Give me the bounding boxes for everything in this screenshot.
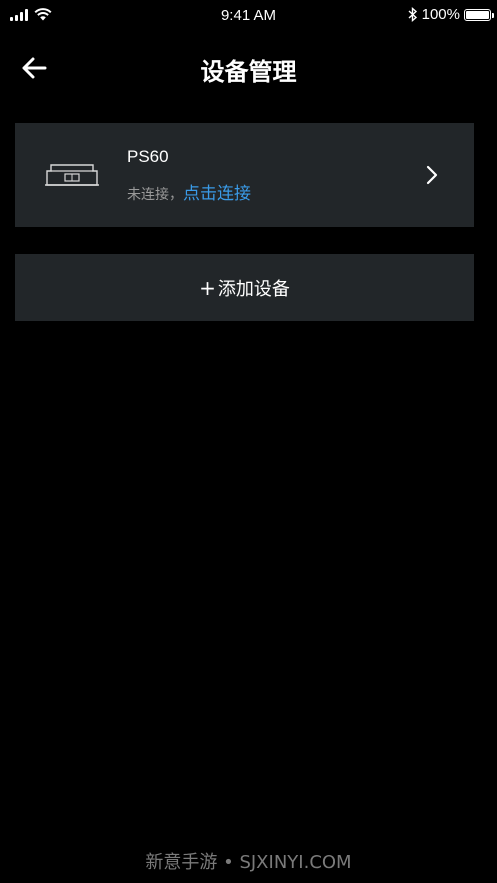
device-name: PS60 [127,147,169,166]
nav-bar: 设备管理 [0,40,497,96]
battery-icon [464,8,494,21]
device-status: 未连接， 点击连接 [127,179,251,204]
connection-status-text: 未连接， [127,187,183,203]
battery-level [466,10,489,19]
device-card-ps60[interactable]: PS60 未连接， 点击连接 [15,123,474,227]
plus-icon: + [199,275,216,300]
add-device-button[interactable]: + 添加设备 [15,254,474,321]
page-title: 设备管理 [200,58,297,86]
status-bar: 9:41 AM 100% [0,0,497,32]
bluetooth-icon [408,7,417,22]
status-right: 100% [408,6,494,23]
keyboard-icon [45,164,99,186]
add-device-label: 添加设备 [217,278,290,300]
watermark: 新意手游 • SJXINYI.COM [145,852,352,873]
chevron-right-icon [426,165,438,185]
connect-link[interactable]: 点击连接 [183,179,251,204]
battery-percent: 100% [421,6,460,23]
